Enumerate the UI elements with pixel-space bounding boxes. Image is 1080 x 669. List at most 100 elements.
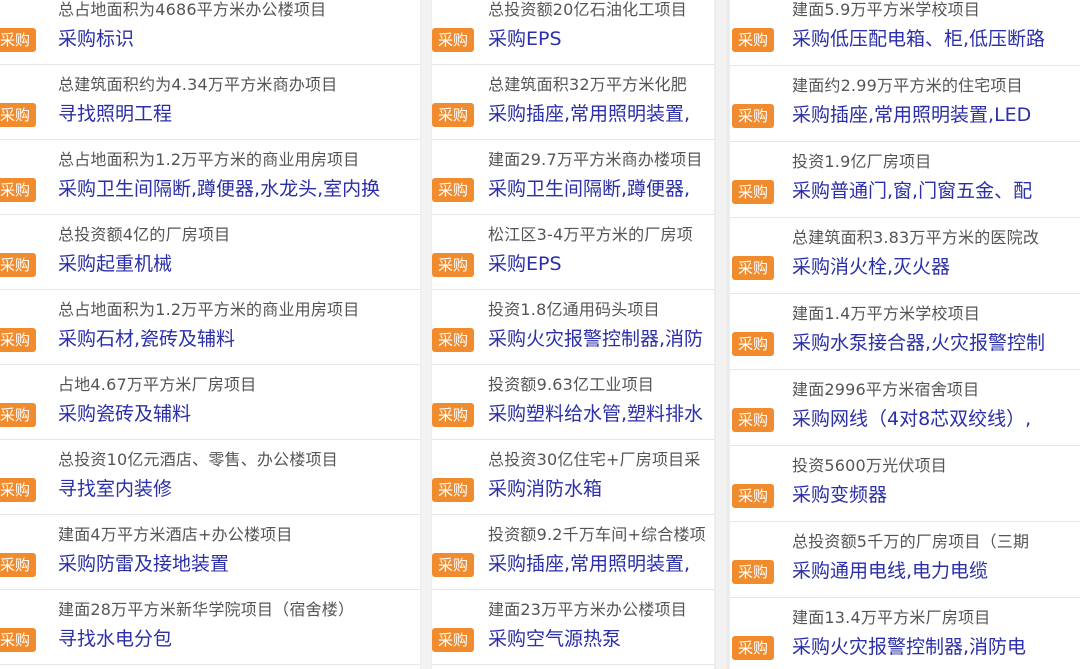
list-item[interactable]: 总建筑面积3.83万平方米的医院改 采购 采购消火栓,灭火器 bbox=[730, 218, 1080, 294]
list-item[interactable]: 总占地面积为4686平方米办公楼项目 采购 采购标识 bbox=[0, 0, 420, 65]
procurement-title-link[interactable]: 采购卫生间隔断,蹲便器, bbox=[488, 174, 690, 201]
list-item[interactable]: 建面23万平方米办公楼项目 采购 采购空气源热泵 bbox=[432, 590, 714, 665]
procurement-badge: 采购 bbox=[0, 553, 36, 577]
project-description: 投资1.9亿厂房项目 bbox=[792, 152, 932, 171]
procurement-title-link[interactable]: 采购消防水箱 bbox=[488, 474, 602, 501]
procurement-title-link[interactable]: 寻找水电分包 bbox=[58, 624, 172, 651]
procurement-badge: 采购 bbox=[432, 253, 474, 277]
procurement-badge: 采购 bbox=[432, 478, 474, 502]
project-description: 建面5.9万平方米学校项目 bbox=[792, 0, 981, 19]
procurement-badge: 采购 bbox=[432, 103, 474, 127]
list-item[interactable]: 总建筑面积约为4.34万平方米商办项目 采购 寻找照明工程 bbox=[0, 65, 420, 140]
list-item[interactable]: 总建筑面积32万平方米化肥 采购 采购插座,常用照明装置, bbox=[432, 65, 714, 140]
procurement-title-link[interactable]: 采购插座,常用照明装置, bbox=[488, 549, 690, 576]
procurement-title-link[interactable]: 采购石材,瓷砖及辅料 bbox=[58, 324, 235, 351]
list-item[interactable]: 投资额9.2千万车间+综合楼项 采购 采购插座,常用照明装置, bbox=[432, 515, 714, 590]
procurement-badge: 采购 bbox=[432, 178, 474, 202]
list-item[interactable]: 总占地面积为1.2万平方米的商业用房项目采购 采购石材,瓷砖及辅料 bbox=[0, 290, 420, 365]
procurement-badge: 采购 bbox=[0, 253, 36, 277]
project-description: 总占地面积为1.2万平方米的商业用房项目 bbox=[58, 150, 360, 169]
procurement-badge: 采购 bbox=[0, 178, 36, 202]
procurement-badge: 采购 bbox=[732, 104, 774, 128]
procurement-badge: 采购 bbox=[0, 478, 36, 502]
procurement-title-link[interactable]: 采购插座,常用照明装置, bbox=[488, 99, 690, 126]
procurement-title-link[interactable]: 采购EPS bbox=[488, 24, 562, 51]
list-item[interactable]: 总占地面积为1.2万平方米的商业用房项目采购 采购卫生间隔断,蹲便器,水龙头,室内… bbox=[0, 140, 420, 215]
project-description: 总建筑面积3.83万平方米的医院改 bbox=[792, 228, 1040, 247]
list-item[interactable]: 投资额9.63亿工业项目 采购 采购塑料给水管,塑料排水 bbox=[432, 365, 714, 440]
procurement-title-link[interactable]: 采购普通门,窗,门窗五金、配 bbox=[792, 176, 1032, 203]
procurement-badge: 采购 bbox=[732, 560, 774, 584]
list-item[interactable]: 总投资30亿住宅+厂房项目采 采购 采购消防水箱 bbox=[432, 440, 714, 515]
list-item[interactable]: 投资5600万光伏项目 采购 采购变频器 bbox=[730, 446, 1080, 522]
procurement-badge: 采购 bbox=[732, 636, 774, 660]
procurement-column-1: 总占地面积为4686平方米办公楼项目 采购 采购标识 总建筑面积约为4.34万平方米商… bbox=[0, 0, 420, 669]
list-item[interactable]: 建面13.4万平方米厂房项目 采购 采购火灾报警控制器,消防电 bbox=[730, 598, 1080, 669]
list-item[interactable]: 投资1.8亿通用码头项目 采购 采购火灾报警控制器,消防 bbox=[432, 290, 714, 365]
procurement-badge: 采购 bbox=[0, 328, 36, 352]
procurement-title-link[interactable]: 采购EPS bbox=[488, 249, 562, 276]
procurement-badge: 采购 bbox=[432, 328, 474, 352]
procurement-badge: 采购 bbox=[732, 28, 774, 52]
list-item[interactable]: 建面29.7万平方米商办楼项目 采购 采购卫生间隔断,蹲便器, bbox=[432, 140, 714, 215]
procurement-title-link[interactable]: 采购水泵接合器,火灾报警控制 bbox=[792, 328, 1045, 355]
procurement-badge: 采购 bbox=[732, 180, 774, 204]
procurement-badge: 采购 bbox=[432, 628, 474, 652]
project-description: 投资1.8亿通用码头项目 bbox=[488, 300, 660, 319]
procurement-title-link[interactable]: 采购空气源热泵 bbox=[488, 624, 621, 651]
list-item[interactable]: 建面4万平方米酒店+办公楼项目采购 采购防雷及接地装置 bbox=[0, 515, 420, 590]
list-item[interactable]: 建面28万平方米新华学院项目（宿舍楼） 采购 寻找水电分包 bbox=[0, 590, 420, 665]
procurement-title-link[interactable]: 采购起重机械 bbox=[58, 249, 172, 276]
procurement-title-link[interactable]: 采购火灾报警控制器,消防 bbox=[488, 324, 703, 351]
procurement-title-link[interactable]: 寻找室内装修 bbox=[58, 474, 172, 501]
procurement-title-link[interactable]: 采购消火栓,灭火器 bbox=[792, 252, 950, 279]
procurement-badge: 采购 bbox=[432, 403, 474, 427]
list-item[interactable]: 建面约2.99万平方米的住宅项目 采购 采购插座,常用照明装置,LED bbox=[730, 66, 1080, 142]
project-description: 总投资30亿住宅+厂房项目采 bbox=[488, 450, 701, 469]
list-item[interactable]: 建面2996平方米宿舍项目 采购 采购网线（4对8芯双绞线）, bbox=[730, 370, 1080, 446]
project-description: 建面28万平方米新华学院项目（宿舍楼） bbox=[58, 600, 355, 619]
project-description: 建面约2.99万平方米的住宅项目 bbox=[792, 76, 1023, 95]
procurement-badge: 采购 bbox=[732, 256, 774, 280]
project-description: 总投资额5千万的厂房项目（三期 bbox=[792, 532, 1030, 551]
procurement-title-link[interactable]: 采购火灾报警控制器,消防电 bbox=[792, 632, 1026, 659]
procurement-title-link[interactable]: 采购标识 bbox=[58, 24, 134, 51]
project-description: 建面4万平方米酒店+办公楼项目 bbox=[58, 525, 293, 544]
procurement-title-link[interactable]: 采购低压配电箱、柜,低压断路 bbox=[792, 24, 1045, 51]
project-description: 松江区3-4万平方米的厂房项 bbox=[488, 225, 693, 244]
project-description: 总投资额20亿石油化工项目 bbox=[488, 0, 687, 19]
procurement-title-link[interactable]: 寻找照明工程 bbox=[58, 99, 172, 126]
procurement-title-link[interactable]: 采购插座,常用照明装置,LED bbox=[792, 100, 1031, 127]
list-item[interactable]: 总投资额4亿的厂房项目 采购 采购起重机械 bbox=[0, 215, 420, 290]
project-description: 建面1.4万平方米学校项目 bbox=[792, 304, 981, 323]
project-description: 总占地面积为1.2万平方米的商业用房项目 bbox=[58, 300, 360, 319]
procurement-title-link[interactable]: 采购卫生间隔断,蹲便器,水龙头,室内换 bbox=[58, 174, 380, 201]
project-description: 建面2996平方米宿舍项目 bbox=[792, 380, 980, 399]
procurement-title-link[interactable]: 采购防雷及接地装置 bbox=[58, 549, 229, 576]
procurement-title-link[interactable]: 采购变频器 bbox=[792, 480, 887, 507]
list-item[interactable]: 占地4.67万平方米厂房项目 采购 采购瓷砖及辅料 bbox=[0, 365, 420, 440]
list-item[interactable]: 松江区3-4万平方米的厂房项 采购 采购EPS bbox=[432, 215, 714, 290]
procurement-badge: 采购 bbox=[432, 553, 474, 577]
project-description: 总建筑面积约为4.34万平方米商办项目 bbox=[58, 75, 338, 94]
list-item[interactable]: 总投资10亿元酒店、零售、办公楼项目 采购 寻找室内装修 bbox=[0, 440, 420, 515]
procurement-title-link[interactable]: 采购通用电线,电力电缆 bbox=[792, 556, 988, 583]
list-item[interactable]: 建面1.4万平方米学校项目 采购 采购水泵接合器,火灾报警控制 bbox=[730, 294, 1080, 370]
column-divider bbox=[421, 0, 431, 669]
procurement-title-link[interactable]: 采购塑料给水管,塑料排水 bbox=[488, 399, 703, 426]
list-item[interactable]: 投资1.9亿厂房项目 采购 采购普通门,窗,门窗五金、配 bbox=[730, 142, 1080, 218]
project-description: 投资5600万光伏项目 bbox=[792, 456, 947, 475]
procurement-title-link[interactable]: 采购瓷砖及辅料 bbox=[58, 399, 191, 426]
list-item[interactable]: 总投资额20亿石油化工项目 采购 采购EPS bbox=[432, 0, 714, 65]
project-description: 投资额9.2千万车间+综合楼项 bbox=[488, 525, 706, 544]
list-item[interactable]: 总投资额5千万的厂房项目（三期 采购 采购通用电线,电力电缆 bbox=[730, 522, 1080, 598]
procurement-board: 总占地面积为4686平方米办公楼项目 采购 采购标识 总建筑面积约为4.34万平方米商… bbox=[0, 0, 1080, 669]
procurement-column-3: 建面5.9万平方米学校项目 采购 采购低压配电箱、柜,低压断路 建面约2.99万平方米… bbox=[730, 0, 1080, 669]
procurement-badge: 采购 bbox=[732, 484, 774, 508]
column-divider bbox=[716, 0, 726, 669]
procurement-title-link[interactable]: 采购网线（4对8芯双绞线）, bbox=[792, 404, 1031, 431]
list-item[interactable]: 建面5.9万平方米学校项目 采购 采购低压配电箱、柜,低压断路 bbox=[730, 0, 1080, 66]
project-description: 建面23万平方米办公楼项目 bbox=[488, 600, 687, 619]
project-description: 总建筑面积32万平方米化肥 bbox=[488, 75, 687, 94]
project-description: 占地4.67万平方米厂房项目 bbox=[58, 375, 257, 394]
